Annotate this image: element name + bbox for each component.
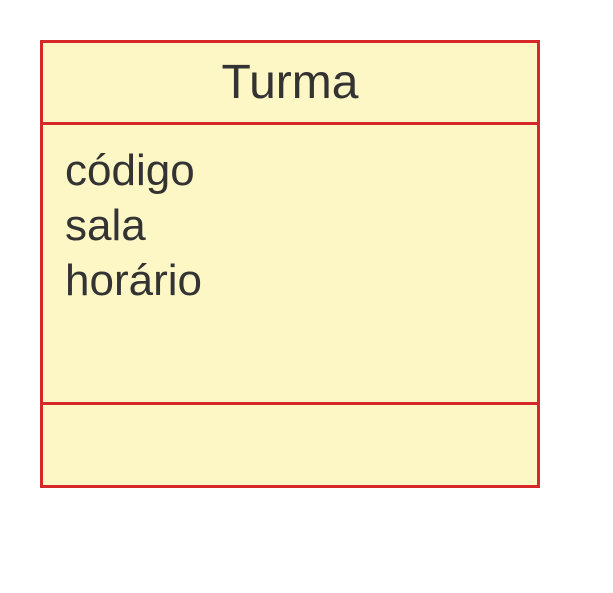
attribute: código [65,143,515,198]
attribute: horário [65,253,515,308]
attribute: sala [65,198,515,253]
operations-compartment [43,405,537,485]
uml-class-box: Turma código sala horário [40,40,540,488]
class-name: Turma [43,43,537,125]
attributes-compartment: código sala horário [43,125,537,405]
